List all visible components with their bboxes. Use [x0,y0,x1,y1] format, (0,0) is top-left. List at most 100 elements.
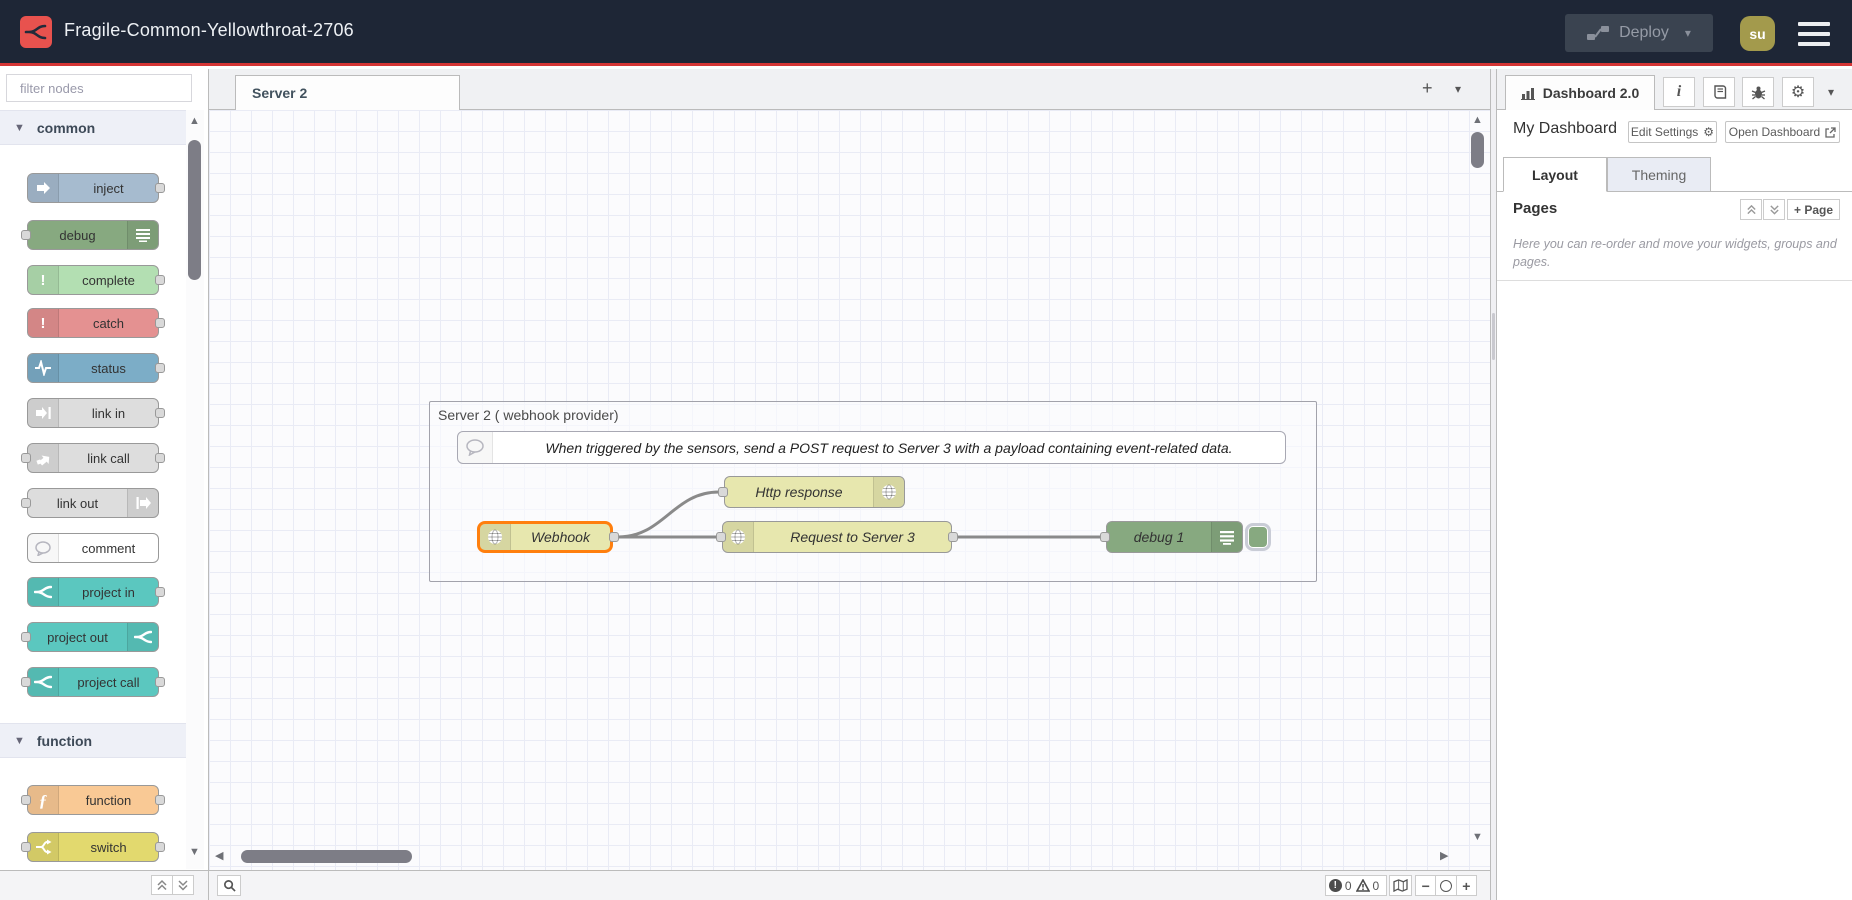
input-port[interactable] [21,795,31,805]
filter-nodes-input[interactable] [18,80,198,97]
switch-icon [28,833,59,861]
warning-icon [1356,879,1370,892]
output-port[interactable] [155,842,165,852]
palette-search[interactable] [6,74,192,102]
tab-server-2[interactable]: Server 2 [235,75,460,110]
add-tab-icon[interactable]: + [1422,79,1433,97]
deploy-options-caret-icon[interactable]: ▾ [1685,26,1691,40]
palette-node-project-out[interactable]: project out [27,622,159,652]
dashboard-heading: My Dashboard [1513,120,1617,138]
tab-list-caret-icon[interactable]: ▾ [1455,83,1461,95]
tab-layout[interactable]: Layout [1503,157,1607,192]
palette-node-project-in[interactable]: project in [27,577,159,607]
category-function[interactable]: ▼ function [0,723,187,758]
input-port[interactable] [21,677,31,687]
palette-node-status[interactable]: status [27,353,159,383]
palette-footer [0,870,209,900]
globe-icon [873,477,904,507]
zoom-reset-button[interactable] [1436,876,1456,895]
scroll-up-icon[interactable]: ▲ [1472,115,1483,126]
user-avatar[interactable]: su [1740,16,1775,51]
input-port[interactable] [21,230,31,240]
flow-node-debug-1[interactable]: debug 1 [1106,521,1243,553]
palette-node-comment[interactable]: comment [27,533,159,563]
input-port[interactable] [21,842,31,852]
zoom-out-button[interactable]: − [1416,876,1436,895]
palette-node-inject[interactable]: inject [27,173,159,203]
panel-resize-handle[interactable] [1490,69,1497,900]
palette-node-link-call[interactable]: link call [27,443,159,473]
collapse-all-button[interactable] [151,875,173,895]
bar-chart-icon [1521,87,1536,100]
palette-node-switch[interactable]: switch [27,832,159,862]
flow-node-webhook[interactable]: Webhook [477,521,613,553]
output-port[interactable] [155,587,165,597]
move-page-up-button[interactable] [1740,199,1762,220]
input-port[interactable] [21,498,31,508]
output-port[interactable] [155,183,165,193]
globe-icon [480,524,511,550]
move-page-down-button[interactable] [1763,199,1785,220]
palette-node-catch[interactable]: ! catch [27,308,159,338]
scroll-up-icon[interactable]: ▲ [189,116,200,127]
palette-node-project-call[interactable]: project call [27,667,159,697]
palette-scrollbar[interactable]: ▲ ▼ [186,110,204,869]
comment-icon [28,534,59,562]
input-port[interactable] [1100,532,1110,542]
edit-settings-button[interactable]: Edit Settings⚙ [1628,121,1717,143]
expand-all-button[interactable] [172,875,194,895]
pulse-icon [28,354,59,382]
deploy-icon [1587,25,1609,41]
v-scrollbar-thumb[interactable] [1471,132,1484,168]
status-counts[interactable]: ! 0 0 [1325,875,1387,896]
help-button[interactable] [1703,77,1735,107]
debug-enable-toggle[interactable] [1245,523,1271,551]
output-port[interactable] [948,532,958,542]
flow-node-http-response[interactable]: Http response [724,476,905,508]
navigator-button[interactable] [1389,875,1412,896]
chevron-down-icon: ▼ [14,735,25,747]
output-port[interactable] [155,318,165,328]
output-port[interactable] [155,275,165,285]
tab-theming[interactable]: Theming [1607,157,1711,192]
h-scrollbar-thumb[interactable] [241,850,412,863]
output-port[interactable] [155,795,165,805]
palette-node-debug[interactable]: debug [27,220,159,250]
scroll-down-icon[interactable]: ▼ [189,847,200,858]
input-port[interactable] [716,532,726,542]
input-port[interactable] [21,453,31,463]
scroll-down-icon[interactable]: ▼ [1472,832,1483,843]
output-port[interactable] [155,677,165,687]
add-page-button[interactable]: + Page [1787,199,1840,220]
flow-node-comment[interactable]: When triggered by the sensors, send a PO… [457,431,1286,464]
main-menu-button[interactable] [1798,22,1830,46]
error-icon: ! [1329,879,1342,892]
zoom-in-button[interactable]: + [1457,876,1476,895]
scroll-left-icon[interactable]: ◀ [215,851,223,862]
open-dashboard-button[interactable]: Open Dashboard [1725,121,1840,143]
tab-dashboard-2[interactable]: Dashboard 2.0 [1505,75,1655,110]
scroll-right-icon[interactable]: ▶ [1440,851,1448,862]
flow-node-request-to-server-3[interactable]: Request to Server 3 [722,521,952,553]
canvas-search-button[interactable] [217,875,241,896]
palette-node-link-out[interactable]: link out [27,488,159,518]
output-port[interactable] [155,363,165,373]
input-port[interactable] [21,632,31,642]
info-button[interactable]: i [1663,77,1695,107]
bug-icon [1751,85,1766,100]
palette-node-function[interactable]: ƒ function [27,785,159,815]
category-common[interactable]: ▼ common [0,110,187,145]
output-port[interactable] [155,453,165,463]
deploy-button[interactable]: Deploy ▾ [1565,14,1713,52]
output-port[interactable] [155,408,165,418]
settings-button[interactable]: ⚙ [1782,77,1814,107]
input-port[interactable] [718,487,728,497]
palette-node-link-in[interactable]: link in [27,398,159,428]
palette-node-complete[interactable]: ! complete [27,265,159,295]
debug-button[interactable] [1742,77,1774,107]
sidebar-options-caret-icon[interactable]: ▾ [1828,85,1834,99]
flow-canvas[interactable]: Server 2 ( webhook provider) When trigge… [209,110,1490,870]
palette: ▼ common inject debug ! complete ! [0,69,209,900]
scrollbar-thumb[interactable] [188,140,201,280]
output-port[interactable] [609,532,619,542]
